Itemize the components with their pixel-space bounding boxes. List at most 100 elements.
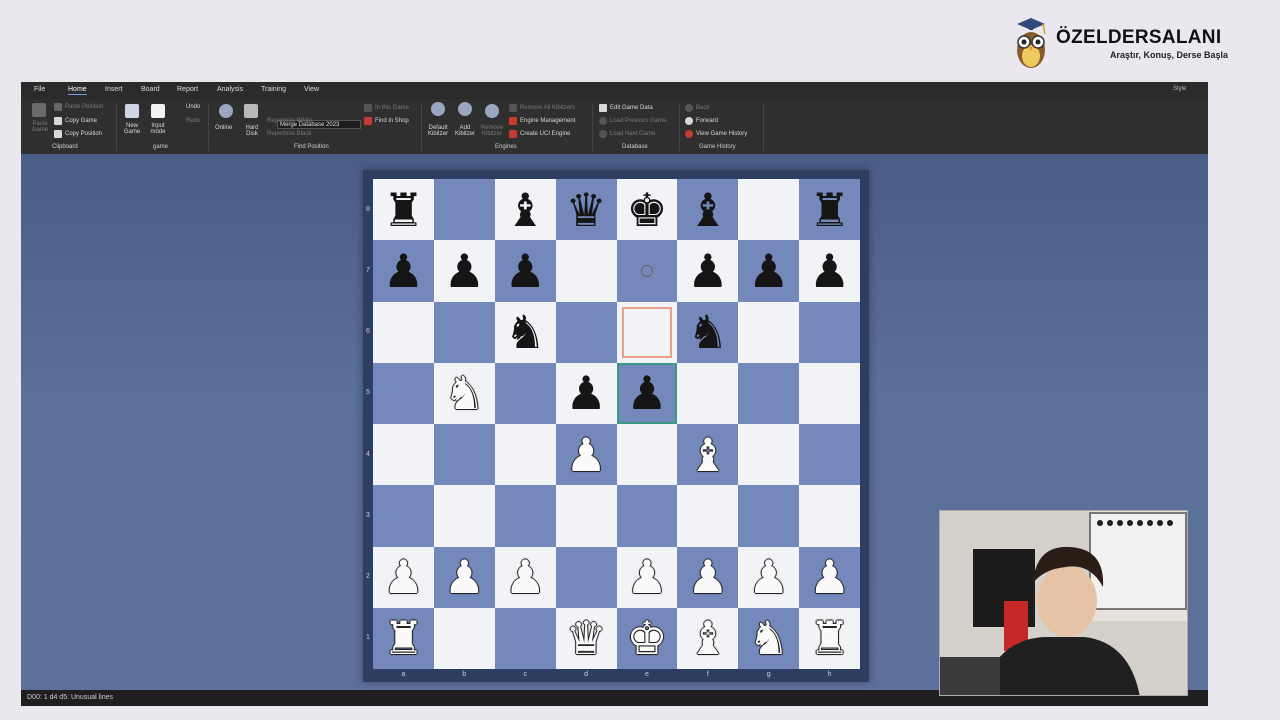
menu-report[interactable]: Report bbox=[177, 86, 198, 93]
square-f5[interactable] bbox=[677, 362, 739, 424]
white-pawn-icon[interactable]: ♟ bbox=[626, 554, 667, 600]
white-pawn-icon[interactable]: ♟ bbox=[444, 554, 485, 600]
menu-view[interactable]: View bbox=[304, 86, 319, 93]
square-b5[interactable]: ♞ bbox=[433, 362, 495, 424]
square-d4[interactable]: ♟ bbox=[555, 424, 617, 486]
square-d7[interactable] bbox=[555, 240, 617, 302]
white-pawn-icon[interactable]: ♟ bbox=[687, 554, 728, 600]
edit-game-data-button[interactable]: Edit Game Data bbox=[610, 105, 653, 111]
white-pawn-icon[interactable]: ♟ bbox=[748, 554, 789, 600]
square-a3[interactable] bbox=[373, 485, 434, 547]
square-b8[interactable] bbox=[433, 179, 495, 241]
square-e6[interactable] bbox=[616, 301, 678, 363]
square-c6[interactable]: ♞ bbox=[494, 301, 556, 363]
black-rook-icon[interactable]: ♜ bbox=[383, 187, 424, 233]
copy-position-button[interactable]: Copy Position bbox=[65, 131, 102, 137]
square-d1[interactable]: ♛ bbox=[555, 607, 617, 669]
remove-all-kibitzers-button[interactable]: Remove All Kibitzers bbox=[520, 105, 575, 111]
square-e3[interactable] bbox=[616, 485, 678, 547]
square-b4[interactable] bbox=[433, 424, 495, 486]
white-rook-icon[interactable]: ♜ bbox=[809, 615, 850, 661]
square-g2[interactable]: ♟ bbox=[738, 546, 800, 608]
online-button[interactable]: Online bbox=[215, 125, 232, 131]
square-h5[interactable] bbox=[799, 362, 860, 424]
default-kibitzer-button[interactable]: Default Kibitzer bbox=[424, 125, 452, 137]
load-previous-game-button[interactable]: Load Previous Game bbox=[610, 118, 666, 124]
square-f2[interactable]: ♟ bbox=[677, 546, 739, 608]
square-a2[interactable]: ♟ bbox=[373, 546, 434, 608]
square-e8[interactable]: ♚ bbox=[616, 179, 678, 241]
load-next-game-button[interactable]: Load Next Game bbox=[610, 131, 655, 137]
menu-file[interactable]: File bbox=[34, 86, 45, 93]
create-uci-engine-button[interactable]: Create UCI Engine bbox=[520, 131, 570, 137]
square-a4[interactable] bbox=[373, 424, 434, 486]
square-h1[interactable]: ♜ bbox=[799, 607, 860, 669]
black-pawn-icon[interactable]: ♟ bbox=[383, 248, 424, 294]
black-bishop-icon[interactable]: ♝ bbox=[505, 187, 546, 233]
square-g4[interactable] bbox=[738, 424, 800, 486]
square-f1[interactable]: ♝ bbox=[677, 607, 739, 669]
square-b3[interactable] bbox=[433, 485, 495, 547]
engine-management-button[interactable]: Engine Management bbox=[520, 118, 575, 124]
square-a6[interactable] bbox=[373, 301, 434, 363]
menu-insert[interactable]: Insert bbox=[105, 86, 123, 93]
menu-home[interactable]: Home bbox=[68, 86, 87, 95]
black-pawn-icon[interactable]: ♟ bbox=[505, 248, 546, 294]
square-b7[interactable]: ♟ bbox=[433, 240, 495, 302]
in-this-game-button[interactable]: In this Game bbox=[375, 105, 409, 111]
square-g8[interactable] bbox=[738, 179, 800, 241]
square-c4[interactable] bbox=[494, 424, 556, 486]
square-c8[interactable]: ♝ bbox=[494, 179, 556, 241]
square-b1[interactable] bbox=[433, 607, 495, 669]
square-h6[interactable] bbox=[799, 301, 860, 363]
black-pawn-icon[interactable]: ♟ bbox=[748, 248, 789, 294]
square-h3[interactable] bbox=[799, 485, 860, 547]
square-e1[interactable]: ♚ bbox=[616, 607, 678, 669]
square-a5[interactable] bbox=[373, 362, 434, 424]
square-d6[interactable] bbox=[555, 301, 617, 363]
white-pawn-icon[interactable]: ♟ bbox=[383, 554, 424, 600]
back-button[interactable]: Back bbox=[696, 105, 709, 111]
square-g3[interactable] bbox=[738, 485, 800, 547]
black-queen-icon[interactable]: ♛ bbox=[565, 187, 606, 233]
square-c5[interactable] bbox=[494, 362, 556, 424]
paste-game-button[interactable]: Paste Game bbox=[29, 121, 51, 133]
square-a7[interactable]: ♟ bbox=[373, 240, 434, 302]
black-pawn-icon[interactable]: ♟ bbox=[444, 248, 485, 294]
white-knight-icon[interactable]: ♞ bbox=[748, 615, 789, 661]
square-e4[interactable] bbox=[616, 424, 678, 486]
square-b6[interactable] bbox=[433, 301, 495, 363]
white-pawn-icon[interactable]: ♟ bbox=[505, 554, 546, 600]
square-g6[interactable] bbox=[738, 301, 800, 363]
white-knight-icon[interactable]: ♞ bbox=[444, 370, 485, 416]
menu-training[interactable]: Training bbox=[261, 86, 286, 93]
repertoire-black-button[interactable]: Repertoire Black bbox=[267, 131, 311, 137]
square-d2[interactable] bbox=[555, 546, 617, 608]
undo-button[interactable]: Undo bbox=[186, 104, 200, 110]
forward-button[interactable]: Forward bbox=[696, 118, 718, 124]
add-kibitzer-button[interactable]: Add Kibitzer bbox=[453, 125, 477, 137]
square-d3[interactable] bbox=[555, 485, 617, 547]
square-c7[interactable]: ♟ bbox=[494, 240, 556, 302]
menu-analysis[interactable]: Analysis bbox=[217, 86, 243, 93]
white-pawn-icon[interactable]: ♟ bbox=[809, 554, 850, 600]
square-a8[interactable]: ♜ bbox=[373, 179, 434, 241]
white-rook-icon[interactable]: ♜ bbox=[383, 615, 424, 661]
black-pawn-icon[interactable]: ♟ bbox=[565, 370, 606, 416]
square-d8[interactable]: ♛ bbox=[555, 179, 617, 241]
remove-kibitzer-button[interactable]: Remove Kibitzer bbox=[479, 125, 505, 137]
black-bishop-icon[interactable]: ♝ bbox=[687, 187, 728, 233]
style-menu[interactable]: Style bbox=[1173, 86, 1186, 92]
square-e7[interactable] bbox=[616, 240, 678, 302]
square-f4[interactable]: ♝ bbox=[677, 424, 739, 486]
square-f8[interactable]: ♝ bbox=[677, 179, 739, 241]
black-pawn-icon[interactable]: ♟ bbox=[809, 248, 850, 294]
square-c3[interactable] bbox=[494, 485, 556, 547]
black-knight-icon[interactable]: ♞ bbox=[505, 309, 546, 355]
square-g7[interactable]: ♟ bbox=[738, 240, 800, 302]
white-pawn-icon[interactable]: ♟ bbox=[565, 432, 606, 478]
square-g1[interactable]: ♞ bbox=[738, 607, 800, 669]
black-knight-icon[interactable]: ♞ bbox=[687, 309, 728, 355]
square-f7[interactable]: ♟ bbox=[677, 240, 739, 302]
white-king-icon[interactable]: ♚ bbox=[626, 615, 667, 661]
